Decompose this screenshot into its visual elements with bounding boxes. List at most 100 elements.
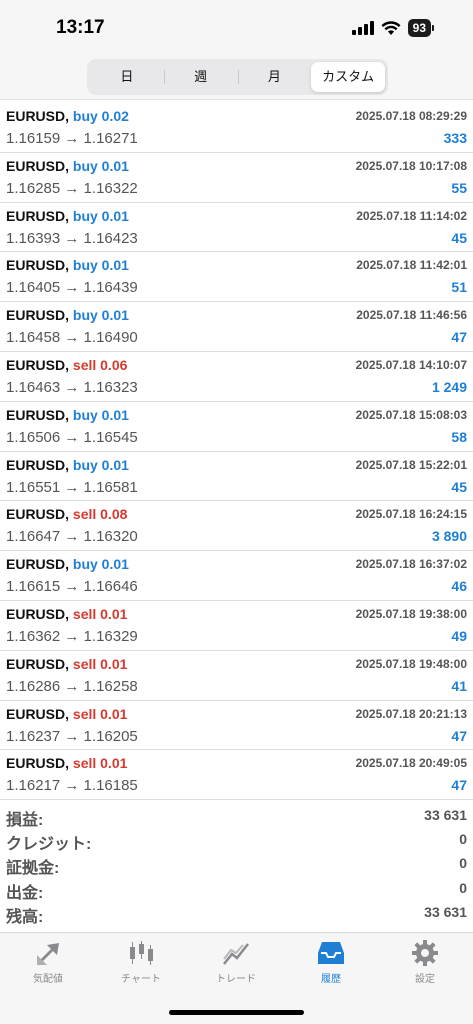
- trade-profit: 47: [451, 329, 467, 346]
- trade-profit: 333: [443, 130, 467, 146]
- battery-indicator: 93: [407, 19, 435, 37]
- trade-symbol: EURUSD, buy 0.01: [6, 407, 129, 423]
- candlestick-chart-icon: [130, 941, 153, 965]
- tab-trade[interactable]: トレード: [196, 939, 276, 985]
- trade-datetime: 2025.07.18 11:14:02: [356, 208, 467, 223]
- trade-datetime: 2025.07.18 15:22:01: [355, 457, 467, 472]
- trade-symbol-name: EURUSD,: [6, 108, 70, 124]
- period-selector-bar: 日 週 月 カスタム: [0, 54, 473, 100]
- trade-row[interactable]: EURUSD, buy 0.01 2025.07.18 11:14:02 1.163…: [0, 203, 473, 253]
- trade-symbol: EURUSD, sell 0.01: [6, 755, 127, 771]
- trade-datetime: 2025.07.18 19:48:00: [355, 656, 467, 671]
- trade-profit: 41: [451, 677, 467, 694]
- summary-row: 損益: 33 631: [0, 804, 473, 829]
- trade-side-volume: buy 0.01: [72, 157, 129, 174]
- trade-side-volume: sell 0.01: [72, 705, 128, 722]
- trade-row[interactable]: EURUSD, buy 0.01 2025.07.18 15:08:03 1.165…: [0, 402, 473, 452]
- summary-value: 0: [459, 855, 467, 872]
- trade-datetime: 2025.07.18 20:21:13: [355, 706, 467, 721]
- segment-day[interactable]: 日: [90, 62, 164, 92]
- trade-symbol-name: EURUSD,: [6, 605, 70, 622]
- summary-row: 出金: 0: [0, 877, 473, 902]
- trade-symbol-name: EURUSD,: [6, 207, 70, 224]
- trade-profit: 58: [451, 428, 467, 445]
- trade-row[interactable]: EURUSD, sell 0.08 2025.07.18 16:24:15 1.16…: [0, 501, 473, 552]
- trade-side-volume: sell 0.08: [72, 506, 128, 523]
- trade-symbol: EURUSD, sell 0.01: [6, 606, 127, 622]
- trade-row[interactable]: EURUSD, sell 0.01 2025.07.18 19:48:00 1.16…: [0, 651, 473, 701]
- tab-trade-label: トレード: [216, 974, 256, 985]
- bottom-tab-bar: 気配値 チャート トレード 履歴 設定: [0, 932, 473, 1024]
- trade-symbol-name: EURUSD,: [6, 157, 70, 174]
- trade-side-volume: sell 0.01: [72, 605, 128, 622]
- trade-profit: 46: [451, 578, 467, 595]
- gear-icon: [412, 940, 438, 966]
- trade-prices: 1.16647 → 1.16320: [6, 528, 138, 546]
- trade-row[interactable]: EURUSD, buy 0.02 2025.07.18 08:29:29 1.161…: [0, 103, 473, 153]
- tab-quotes-label: 気配値: [33, 974, 63, 985]
- summary-label: クレジット:: [6, 836, 92, 854]
- trade-symbol: EURUSD, sell 0.06: [6, 357, 127, 373]
- trade-symbol-name: EURUSD,: [6, 406, 70, 423]
- trade-symbol: EURUSD, buy 0.01: [6, 457, 129, 473]
- trade-side-volume: buy 0.01: [72, 257, 129, 274]
- trade-datetime: 2025.07.18 08:29:29: [355, 109, 467, 123]
- trade-side-volume: buy 0.01: [72, 307, 129, 324]
- status-bar: 13:17 93: [0, 0, 473, 54]
- segment-month[interactable]: 月: [237, 62, 312, 92]
- trade-side-volume: buy 0.01: [72, 556, 129, 573]
- trade-row[interactable]: EURUSD, buy 0.01 2025.07.18 16:37:02 1.166…: [0, 551, 473, 601]
- trade-datetime: 2025.07.18 19:38:00: [355, 606, 467, 621]
- summary-value: 0: [459, 831, 467, 848]
- trade-row[interactable]: EURUSD, buy 0.01 2025.07.18 15:22:01 1.165…: [0, 452, 473, 502]
- trade-profit: 1 249: [431, 378, 467, 395]
- trade-prices: 1.16159 → 1.16271: [6, 130, 138, 147]
- wifi-icon: [381, 20, 401, 35]
- tab-chart[interactable]: チャート: [101, 939, 181, 985]
- period-segmented-control: 日 週 月 カスタム: [87, 59, 388, 95]
- status-time: 13:17: [56, 17, 105, 38]
- trade-datetime: 2025.07.18 14:10:07: [355, 357, 467, 372]
- history-inbox-icon: [318, 942, 344, 964]
- trade-row[interactable]: EURUSD, sell 0.01 2025.07.18 20:49:05 1.16…: [0, 750, 473, 801]
- tab-history[interactable]: 履歴: [291, 939, 371, 985]
- summary-label: 出金:: [6, 884, 44, 902]
- trade-row[interactable]: EURUSD, buy 0.01 2025.07.18 11:46:56 1.164…: [0, 302, 473, 352]
- trade-prices: 1.16237 → 1.16205: [6, 727, 138, 745]
- trade-profit: 47: [451, 727, 467, 744]
- trade-row[interactable]: EURUSD, buy 0.01 2025.07.18 10:17:08 1.162…: [0, 153, 473, 203]
- trade-row[interactable]: EURUSD, sell 0.01 2025.07.18 19:38:00 1.16…: [0, 601, 473, 651]
- tab-history-label: 履歴: [321, 974, 341, 985]
- trade-row[interactable]: EURUSD, sell 0.01 2025.07.18 20:21:13 1.16…: [0, 701, 473, 751]
- summary-value: 0: [459, 879, 467, 896]
- trade-symbol-name: EURUSD,: [6, 705, 70, 722]
- trade-datetime: 2025.07.18 11:46:56: [356, 308, 467, 323]
- trade-row[interactable]: EURUSD, sell 0.06 2025.07.18 14:10:07 1.16…: [0, 352, 473, 402]
- trade-symbol: EURUSD, buy 0.01: [6, 556, 129, 572]
- tab-quotes[interactable]: 気配値: [8, 939, 88, 985]
- trade-symbol: EURUSD, sell 0.01: [6, 656, 127, 672]
- trade-profit: 51: [451, 279, 467, 296]
- segment-custom[interactable]: カスタム: [311, 62, 385, 92]
- trade-profit: 47: [451, 777, 467, 794]
- trade-symbol-name: EURUSD,: [6, 307, 70, 324]
- segment-week[interactable]: 週: [163, 62, 238, 92]
- trade-symbol-name: EURUSD,: [6, 655, 70, 672]
- trade-datetime: 2025.07.18 16:37:02: [355, 557, 467, 572]
- tab-settings[interactable]: 設定: [385, 939, 465, 985]
- trade-row[interactable]: EURUSD, buy 0.01 2025.07.18 11:42:01 1.164…: [0, 252, 473, 303]
- tab-settings-label: 設定: [415, 974, 435, 985]
- account-summary: 損益: 33 631 クレジット: 0 証拠金: 0 出金: 0 残高: 33 631: [0, 804, 473, 926]
- trade-side-volume: sell 0.01: [72, 655, 128, 672]
- trade-datetime: 2025.07.18 10:17:08: [355, 158, 467, 173]
- trade-prices: 1.16393 → 1.16423: [6, 229, 138, 247]
- summary-label: 証拠金:: [6, 860, 60, 878]
- trade-datetime: 2025.07.18 16:24:15: [355, 507, 467, 522]
- trade-datetime: 2025.07.18 20:49:05: [355, 756, 467, 771]
- trade-side-volume: buy 0.01: [72, 456, 129, 473]
- trade-symbol: EURUSD, buy 0.01: [6, 257, 129, 273]
- summary-value: 33 631: [424, 903, 467, 920]
- trade-side-volume: sell 0.06: [72, 356, 128, 373]
- trade-side-volume: buy 0.02: [72, 108, 129, 124]
- trade-profit: 3 890: [431, 528, 467, 545]
